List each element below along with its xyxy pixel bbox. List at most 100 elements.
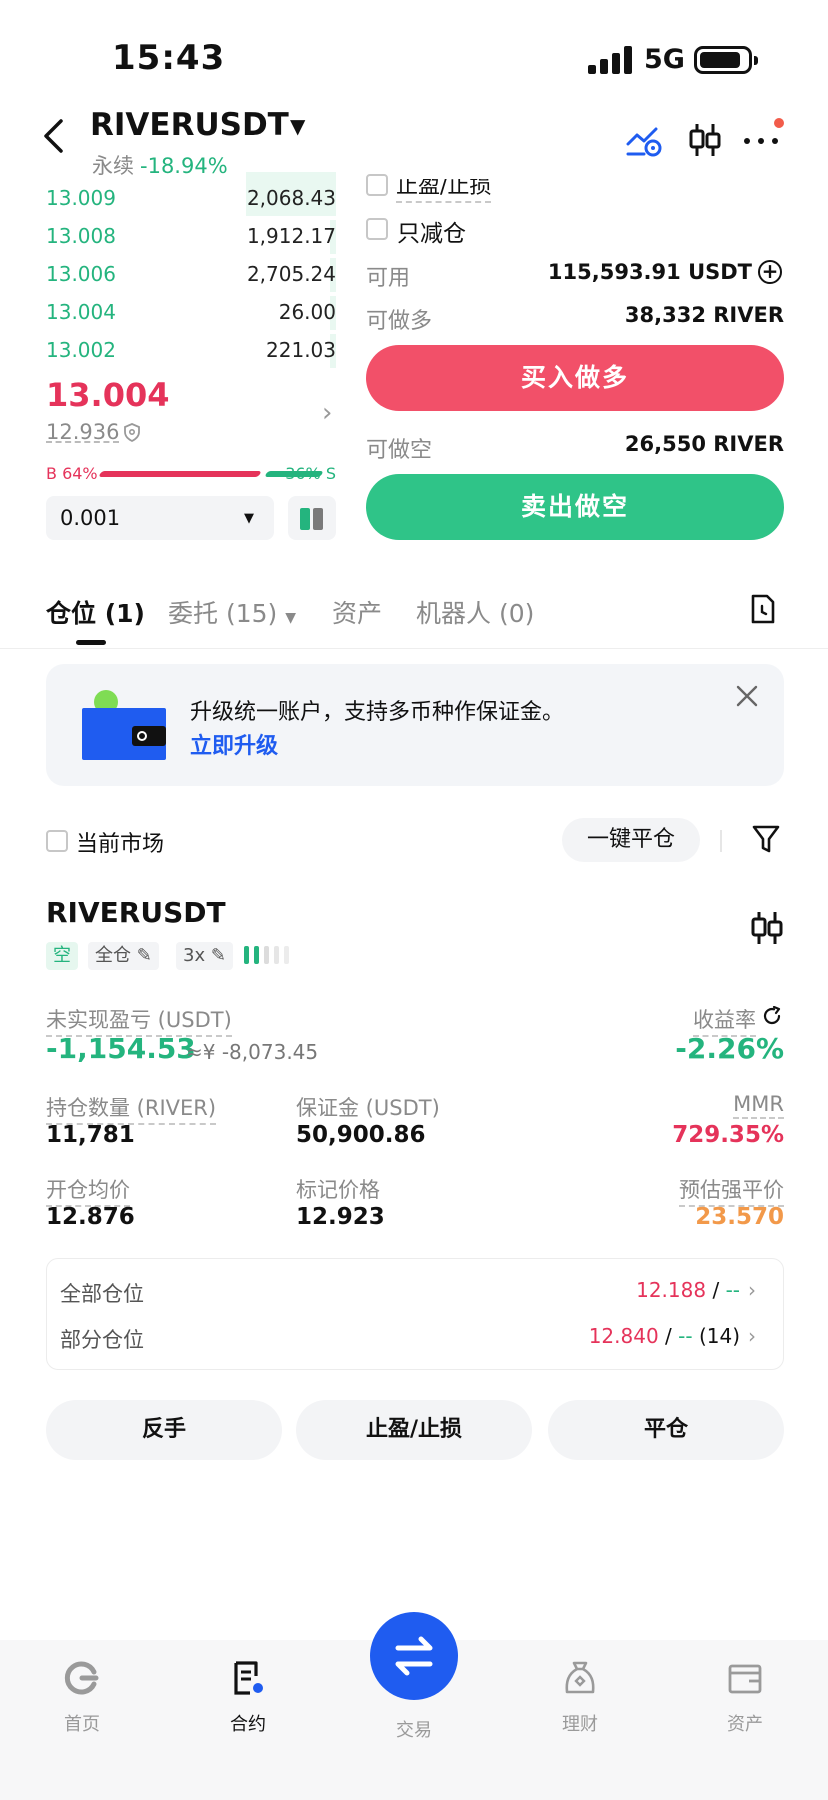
- tpsl-partial-count: (14): [698, 1324, 740, 1348]
- tab-orders-label: 委托 (15): [168, 599, 278, 628]
- contract-type: 永续: [92, 154, 134, 178]
- nav-assets-label: 资产: [727, 1714, 763, 1735]
- divider: [0, 648, 828, 649]
- tp-sl-label: 止盈/止损: [396, 179, 492, 203]
- banner-text: 升级统一账户，支持多币种作保证金。: [190, 700, 565, 725]
- chevron-down-icon: ▼: [244, 511, 254, 526]
- nav-home[interactable]: 首页: [32, 1660, 132, 1740]
- leverage-tag[interactable]: 3x ✎: [176, 942, 233, 970]
- tpsl-partial-row[interactable]: 部分仓位 12.840 / -- (14) ›: [60, 1322, 756, 1352]
- tpsl-partial-sl: --: [678, 1324, 693, 1348]
- tab-indicator: [76, 640, 106, 645]
- trade-swap-button[interactable]: [370, 1612, 458, 1700]
- tab-bots[interactable]: 机器人 (0): [416, 594, 534, 630]
- buy-long-button[interactable]: 买入做多: [366, 345, 784, 411]
- shield-icon: [124, 423, 140, 443]
- back-arrow-icon[interactable]: [42, 118, 64, 162]
- candlestick-chart-icon[interactable]: [750, 910, 784, 946]
- liq-price-value: 23.570: [695, 1204, 784, 1230]
- buy-ratio: B 64%: [46, 464, 98, 483]
- bid-price: 13.004: [46, 300, 116, 324]
- sell-short-button[interactable]: 卖出做空: [366, 474, 784, 540]
- precision-value: 0.001: [60, 506, 121, 530]
- tab-assets[interactable]: 资产: [332, 594, 382, 630]
- add-funds-icon[interactable]: +: [758, 260, 782, 284]
- trade-swap-icon: [395, 1636, 433, 1676]
- current-market-label: 当前市场: [76, 832, 165, 857]
- tpsl-partial-tp: 12.840: [588, 1324, 659, 1348]
- bid-qty: 2,705.24: [246, 262, 336, 286]
- mmr-value: 729.35%: [672, 1122, 784, 1148]
- tpsl-full-sl: --: [725, 1278, 740, 1302]
- tab-orders[interactable]: 委托 (15) ▼: [168, 594, 296, 630]
- network-label: 5G: [644, 44, 685, 75]
- bid-qty: 26.00: [278, 300, 336, 324]
- margin-value: 50,900.86: [296, 1122, 426, 1148]
- book-layout-toggle[interactable]: [288, 496, 336, 540]
- history-icon[interactable]: [750, 594, 776, 624]
- tpsl-full-tp: 12.188: [636, 1278, 707, 1302]
- symbol-dropdown-icon[interactable]: ▼: [290, 114, 305, 138]
- bid-price: 13.008: [46, 224, 116, 248]
- tp-sl-checkbox[interactable]: [366, 174, 388, 196]
- reverse-button[interactable]: 反手: [46, 1400, 282, 1460]
- liq-price-label: 预估强平价: [679, 1174, 784, 1207]
- chevron-right-icon[interactable]: ›: [322, 398, 332, 428]
- edit-icon: ✎: [136, 945, 152, 966]
- can-short-label: 可做空: [366, 438, 433, 463]
- header-symbol[interactable]: RIVERUSDT: [90, 107, 289, 143]
- order-book-row[interactable]: 13.002 221.03: [46, 334, 336, 368]
- nav-contract[interactable]: 合约: [198, 1660, 298, 1740]
- wallet-icon: [728, 1664, 762, 1694]
- tab-positions[interactable]: 仓位 (1): [46, 594, 145, 630]
- unrealized-pnl-cny: ≈¥ -8,073.45: [186, 1040, 319, 1064]
- bid-price: 13.006: [46, 262, 116, 286]
- can-short-value: 26,550 RIVER: [624, 432, 784, 456]
- filter-icon[interactable]: [752, 824, 780, 854]
- nav-earn[interactable]: 理财: [530, 1660, 630, 1740]
- order-book-row[interactable]: 13.006 2,705.24: [46, 258, 336, 292]
- bid-qty: 2,068.43: [246, 186, 336, 210]
- reduce-only-checkbox[interactable]: [366, 218, 388, 240]
- margin-mode-tag[interactable]: 全仓 ✎: [88, 942, 159, 970]
- header-change: -18.94%: [140, 154, 228, 178]
- tpsl-full-label: 全部仓位: [60, 1282, 144, 1306]
- current-market-checkbox[interactable]: [46, 830, 68, 852]
- tpsl-separator: /: [712, 1278, 720, 1302]
- cellular-signal-icon: [588, 46, 632, 74]
- nav-earn-label: 理财: [562, 1714, 598, 1735]
- precision-select[interactable]: 0.001 ▼: [46, 496, 274, 540]
- entry-price-label: 开仓均价: [46, 1174, 130, 1207]
- position-symbol[interactable]: RIVERUSDT: [46, 896, 226, 929]
- share-icon[interactable]: [762, 1005, 782, 1026]
- reduce-only-label: 只减仓: [397, 221, 466, 247]
- trend-strategy-icon[interactable]: [626, 124, 662, 158]
- nav-home-label: 首页: [64, 1714, 100, 1735]
- order-book-row[interactable]: 13.008 1,912.17: [46, 220, 336, 254]
- more-menu-icon[interactable]: [744, 118, 784, 148]
- earn-icon: [565, 1661, 595, 1694]
- wallet-illustration-icon: [82, 688, 166, 760]
- tpsl-separator: /: [665, 1324, 672, 1348]
- order-book-row[interactable]: 13.004 26.00: [46, 296, 336, 330]
- nav-trade-label: 交易: [396, 1720, 432, 1741]
- tp-sl-button[interactable]: 止盈/止损: [296, 1400, 532, 1460]
- order-book-row[interactable]: 13.009 2,068.43: [46, 172, 336, 216]
- margin-mode-label: 全仓: [95, 945, 131, 966]
- close-position-button[interactable]: 平仓: [548, 1400, 784, 1460]
- close-all-button[interactable]: 一键平仓: [562, 818, 700, 862]
- status-time: 15:43: [112, 38, 226, 78]
- unrealized-pnl-value: -1,154.53: [46, 1032, 196, 1065]
- available-label: 可用: [366, 266, 411, 291]
- tpsl-summary: [46, 1258, 784, 1370]
- bid-price: 13.009: [46, 186, 116, 210]
- tpsl-full-row[interactable]: 全部仓位 12.188 / -- ›: [60, 1276, 756, 1306]
- nav-contract-label: 合约: [230, 1714, 266, 1735]
- mark-price[interactable]: 12.936: [46, 420, 119, 444]
- nav-assets[interactable]: 资产: [695, 1660, 795, 1740]
- close-icon[interactable]: [736, 680, 758, 715]
- last-price[interactable]: 13.004: [46, 376, 169, 414]
- bid-qty: 1,912.17: [246, 224, 336, 248]
- upgrade-now-link[interactable]: 立即升级: [190, 728, 278, 760]
- candlestick-chart-icon[interactable]: [688, 122, 722, 158]
